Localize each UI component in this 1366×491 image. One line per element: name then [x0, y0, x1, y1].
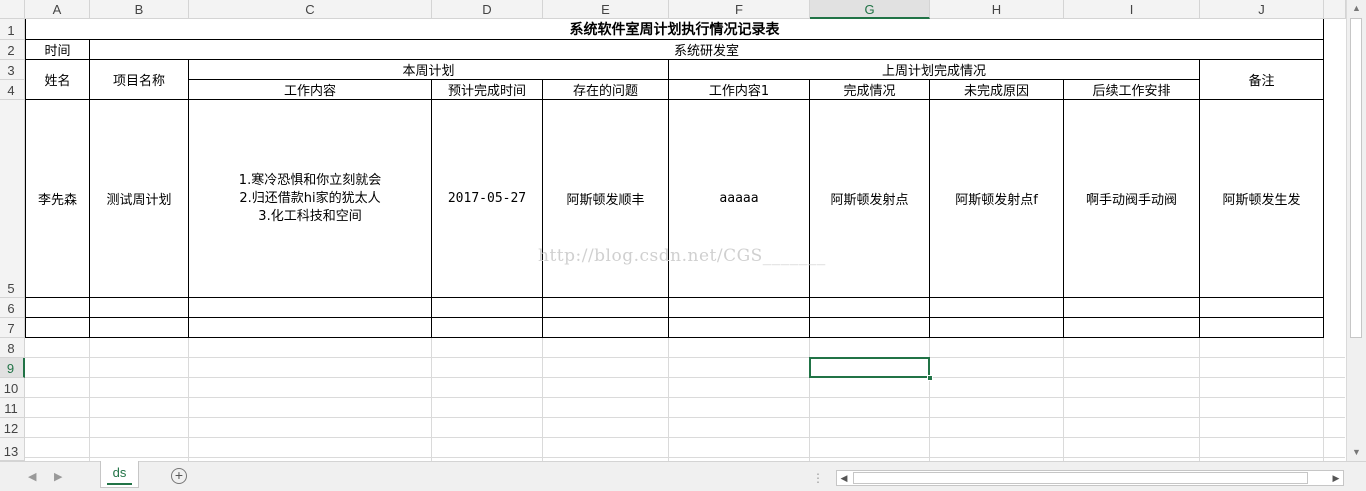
header-last-week[interactable]: 上周计划完成情况	[669, 60, 1200, 80]
empty-cell[interactable]	[669, 318, 810, 338]
header-name[interactable]: 姓名	[25, 60, 90, 100]
header-this-week[interactable]: 本周计划	[189, 60, 669, 80]
empty-cell[interactable]	[543, 298, 669, 318]
row-header-13[interactable]: 13	[0, 438, 25, 461]
vertical-scroll-thumb[interactable]	[1350, 18, 1362, 338]
row-header-5[interactable]: 5	[0, 100, 25, 298]
plus-circle-icon[interactable]: +	[171, 468, 187, 484]
header-work-content[interactable]: 工作内容	[189, 80, 432, 100]
select-all-corner[interactable]	[0, 0, 25, 19]
empty-cell[interactable]	[189, 318, 432, 338]
column-header-g[interactable]: G	[810, 0, 930, 19]
time-value[interactable]: 系统研发室	[90, 40, 1324, 60]
empty-cell[interactable]	[432, 318, 543, 338]
record-follow-up[interactable]: 啊手动阀手动阀	[1064, 100, 1200, 298]
record-project[interactable]: 测试周计划	[90, 100, 189, 298]
header-follow-up[interactable]: 后续工作安排	[1064, 80, 1200, 100]
row-header-7[interactable]: 7	[0, 318, 25, 338]
triangle-left-icon[interactable]: ◀	[28, 470, 36, 483]
row-header-8[interactable]: 8	[0, 338, 25, 358]
vertical-scrollbar[interactable]: ▲ ▼	[1346, 0, 1366, 461]
record-work-content[interactable]: 1.寒冷恐惧和你立刻就会 2.归还借款hi家的犹太人 3.化工科技和空间	[189, 100, 432, 298]
empty-cell[interactable]	[810, 318, 930, 338]
record-remarks[interactable]: 阿斯顿发生发	[1200, 100, 1324, 298]
row-header-12[interactable]: 12	[0, 418, 25, 438]
row-header-3[interactable]: 3	[0, 60, 25, 80]
record-completion[interactable]: 阿斯顿发射点	[810, 100, 930, 298]
row-header-1[interactable]: 1	[0, 19, 25, 40]
column-header-c[interactable]: C	[189, 0, 432, 19]
header-unfinished-reason[interactable]: 未完成原因	[930, 80, 1064, 100]
row-header-10[interactable]: 10	[0, 378, 25, 398]
empty-cell[interactable]	[25, 298, 90, 318]
column-header-e[interactable]: E	[543, 0, 669, 19]
active-cell-g9[interactable]	[809, 357, 930, 378]
fill-handle[interactable]	[927, 375, 933, 381]
horizontal-scrollbar[interactable]: ◀ ▶	[836, 470, 1344, 486]
empty-cell[interactable]	[90, 318, 189, 338]
triangle-right-icon[interactable]: ▶	[54, 470, 62, 483]
work-line-3: 3.化工科技和空间	[258, 208, 362, 224]
empty-cell[interactable]	[543, 318, 669, 338]
empty-cell[interactable]	[669, 298, 810, 318]
record-work-content1[interactable]: aaaaa	[669, 100, 810, 298]
empty-cell[interactable]	[1200, 298, 1324, 318]
empty-cell[interactable]	[810, 298, 930, 318]
empty-cell[interactable]	[930, 298, 1064, 318]
column-header-j[interactable]: J	[1200, 0, 1324, 19]
header-completion[interactable]: 完成情况	[810, 80, 930, 100]
column-header-a[interactable]: A	[25, 0, 90, 19]
column-header-d[interactable]: D	[432, 0, 543, 19]
empty-cell[interactable]	[1200, 318, 1324, 338]
sheet-tab-bar: ◀ ▶ ds + ⋮ ◀ ▶	[0, 461, 1366, 491]
record-planned-finish[interactable]: 2017-05-27	[432, 100, 543, 298]
empty-cell[interactable]	[432, 298, 543, 318]
empty-cell[interactable]	[930, 318, 1064, 338]
scroll-left-icon[interactable]: ◀	[837, 471, 851, 485]
header-issues[interactable]: 存在的问题	[543, 80, 669, 100]
column-header-h[interactable]: H	[930, 0, 1064, 19]
column-header-f[interactable]: F	[669, 0, 810, 19]
row-header-4[interactable]: 4	[0, 80, 25, 100]
column-header-i[interactable]: I	[1064, 0, 1200, 19]
empty-cell[interactable]	[189, 298, 432, 318]
header-planned-finish[interactable]: 预计完成时间	[432, 80, 543, 100]
scroll-down-icon[interactable]: ▼	[1347, 444, 1366, 461]
work-line-1: 1.寒冷恐惧和你立刻就会	[238, 172, 382, 188]
row-header-9[interactable]: 9	[0, 358, 25, 378]
horizontal-scroll-thumb[interactable]	[853, 472, 1308, 484]
scroll-up-icon[interactable]: ▲	[1347, 0, 1366, 17]
header-remarks[interactable]: 备注	[1200, 60, 1324, 100]
record-unfinished-reason[interactable]: 阿斯顿发射点f	[930, 100, 1064, 298]
table-title[interactable]: 系统软件室周计划执行情况记录表	[25, 19, 1324, 40]
header-work-content1[interactable]: 工作内容1	[669, 80, 810, 100]
empty-cell[interactable]	[25, 318, 90, 338]
empty-cell[interactable]	[90, 298, 189, 318]
column-header-k[interactable]	[1324, 0, 1346, 19]
row-header-2[interactable]: 2	[0, 40, 25, 60]
record-issues[interactable]: 阿斯顿发顺丰	[543, 100, 669, 298]
column-header-b[interactable]: B	[90, 0, 189, 19]
empty-cell[interactable]	[1064, 298, 1200, 318]
row-header-11[interactable]: 11	[0, 398, 25, 418]
row-header-6[interactable]: 6	[0, 298, 25, 318]
record-name[interactable]: 李先森	[25, 100, 90, 298]
work-line-2: 2.归还借款hi家的犹太人	[239, 190, 381, 206]
tab-splitter-icon[interactable]: ⋮	[812, 471, 824, 485]
header-project[interactable]: 项目名称	[90, 60, 189, 100]
sheet-tab-ds[interactable]: ds	[100, 461, 139, 488]
empty-cell[interactable]	[1064, 318, 1200, 338]
scroll-right-icon[interactable]: ▶	[1329, 471, 1343, 485]
time-label[interactable]: 时间	[25, 40, 90, 60]
